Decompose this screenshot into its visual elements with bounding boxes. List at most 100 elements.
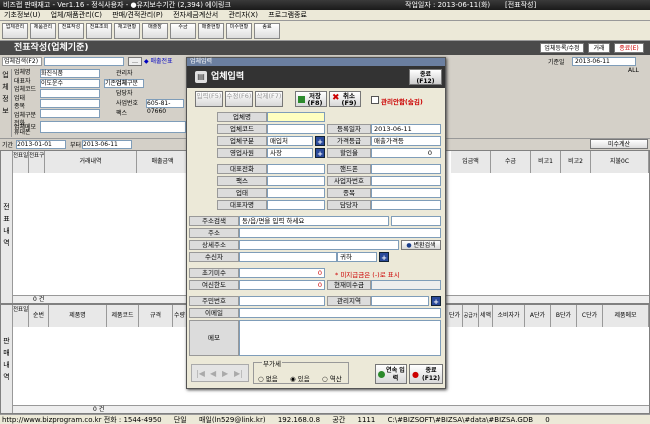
save-button[interactable]: 저장(F8) — [295, 91, 327, 107]
uh-date[interactable]: 전표일자 — [13, 151, 29, 173]
first-icon[interactable]: |◀ — [196, 369, 205, 378]
category-add-button[interactable]: + — [315, 136, 325, 146]
cancel-button[interactable]: ✖ 취소(F9) — [329, 91, 361, 107]
dialog-close2-button[interactable]: ● 종료 (F12) — [409, 364, 443, 384]
tb-company-button[interactable]: 업체관리 — [2, 23, 28, 39]
receiver-add-button[interactable]: + — [379, 252, 389, 262]
add-button[interactable]: 입력(F5) — [195, 91, 223, 107]
region-add-button[interactable]: + — [431, 296, 441, 306]
uh-sales[interactable]: 매출금액 — [137, 151, 189, 173]
init-unpaid-input[interactable]: 0 — [239, 268, 325, 278]
menu-exit[interactable]: 프로그램종료 — [268, 11, 307, 19]
uh-memo2[interactable]: 비고2 — [561, 151, 591, 173]
lh-a[interactable]: A단가 — [525, 305, 551, 327]
menu-admin[interactable]: 관리자(X) — [228, 11, 258, 19]
biz-type-input[interactable] — [267, 188, 325, 198]
period-start[interactable]: 2013-01-01 — [16, 140, 66, 149]
reg-date-input[interactable]: 2013-06-11 — [371, 124, 441, 134]
continue-input-button[interactable]: 연속 입력 — [375, 364, 407, 384]
tb-slip-button[interactable]: 전표작성 — [58, 23, 84, 39]
addr-search-extra[interactable] — [391, 216, 441, 226]
unpaid-calc-button[interactable]: 미수계산 — [590, 139, 648, 149]
tb-unpaid-button[interactable]: 미수현황 — [226, 23, 252, 39]
lh-spec[interactable]: 규격 — [139, 305, 173, 327]
lh-date[interactable]: 전표일자 — [13, 305, 29, 327]
company-memo-field[interactable] — [40, 121, 186, 133]
tb-slip-list-button[interactable]: 전표조회 — [86, 23, 112, 39]
company-search-label[interactable]: 업체검색(F2) — [2, 57, 42, 66]
dialog-close-button[interactable]: 종료 (F12) — [409, 69, 442, 85]
category-select[interactable]: 매입처 — [267, 136, 313, 146]
fax-input[interactable] — [267, 176, 325, 186]
menu-tax[interactable]: 전자세금계산서 — [173, 11, 218, 19]
base-date-field[interactable]: 2013-06-11 — [572, 57, 636, 66]
manage-checkbox[interactable] — [371, 96, 379, 104]
ceo-input[interactable] — [267, 200, 325, 210]
receiver-suffix[interactable]: 귀하 — [337, 252, 377, 262]
tax-reverse-radio[interactable]: ○ 역산 — [322, 373, 342, 383]
item-input[interactable] — [371, 188, 441, 198]
tax-yes-radio[interactable]: ◉ 있음 — [290, 373, 310, 383]
menu-sales[interactable]: 판매/견적관리(P) — [112, 11, 163, 19]
lh-qty[interactable]: 수량 — [173, 305, 187, 327]
receiver-input[interactable] — [239, 252, 337, 262]
menu-company[interactable]: 업체/재품관리(C) — [51, 11, 102, 19]
uh-collect[interactable]: 수금 — [491, 151, 531, 173]
sales-slip-link[interactable]: ◆ 매출전표 — [144, 57, 188, 66]
delete-button[interactable]: 삭제(F7) — [255, 91, 283, 107]
ceo-phone-input[interactable] — [267, 164, 325, 174]
addr-input[interactable] — [239, 228, 441, 238]
search-dots-button[interactable]: … — [128, 57, 142, 66]
company-name-value[interactable]: 화진식품 — [40, 69, 100, 78]
lh-consumer[interactable]: 소비자가 — [493, 305, 525, 327]
price-grade-select[interactable]: 매출가격등 — [371, 136, 441, 146]
lh-c[interactable]: C단가 — [577, 305, 603, 327]
email-input[interactable] — [239, 308, 441, 318]
next-icon[interactable]: ▶ — [222, 369, 228, 378]
resident-no-input[interactable] — [239, 296, 325, 306]
uh-memo1[interactable]: 비고1 — [531, 151, 561, 173]
menu-basic[interactable]: 기초정보(U) — [4, 11, 40, 19]
trade-button[interactable]: 거래 — [588, 43, 610, 53]
last-icon[interactable]: ▶| — [234, 369, 243, 378]
sales-rep-select[interactable]: 사장 — [267, 148, 313, 158]
lh-memo[interactable]: 제품메모 — [603, 305, 649, 327]
company-code-input[interactable] — [267, 124, 325, 134]
company-field-5[interactable] — [40, 109, 100, 118]
addr-detail-input[interactable] — [239, 240, 399, 250]
tb-sales-book-button[interactable]: 매출장 — [142, 23, 168, 39]
uh-desc[interactable]: 거래내역 — [45, 151, 137, 173]
tb-sales-status-button[interactable]: 매출현황 — [198, 23, 224, 39]
company-search-input[interactable] — [44, 57, 124, 66]
lh-b[interactable]: B단가 — [551, 305, 577, 327]
uh-income[interactable]: 입금액 — [451, 151, 491, 173]
addr-search-input[interactable]: 동/읍/면을 입력 하세요 — [239, 216, 389, 226]
discount-input[interactable]: 0 — [371, 148, 441, 158]
company-field-3[interactable] — [40, 89, 100, 98]
lh-tax[interactable]: 세액 — [479, 305, 493, 327]
sales-rep-add-button[interactable]: + — [315, 148, 325, 158]
lh-code[interactable]: 제품코드 — [107, 305, 139, 327]
uh-pay[interactable]: 지불0C — [591, 151, 649, 173]
company-name-input[interactable] — [267, 112, 325, 122]
manager-input[interactable] — [371, 200, 441, 210]
tb-collect-button[interactable]: 수금 — [170, 23, 196, 39]
biz-no-input[interactable] — [371, 176, 441, 186]
credit-limit-input[interactable]: 0 — [239, 280, 325, 290]
lh-price[interactable]: 단가 — [447, 305, 463, 327]
tb-stock-button[interactable]: 재고현황 — [114, 23, 140, 39]
company-bizno-value[interactable]: 605-81-07660 — [146, 99, 184, 115]
edit-button[interactable]: 수정(F6) — [225, 91, 253, 107]
company-code-value[interactable]: 이도운수 — [40, 79, 100, 88]
lh-product[interactable]: 제품명 — [49, 305, 107, 327]
company-field-4[interactable] — [40, 99, 100, 108]
mobile-input[interactable] — [371, 164, 441, 174]
company-edit-button[interactable]: 업체등록/수정(E) — [540, 43, 584, 62]
prev-icon[interactable]: ◀ — [210, 369, 216, 378]
tb-exit-button[interactable]: 종료 — [254, 23, 280, 39]
region-select[interactable] — [371, 296, 429, 306]
tax-none-radio[interactable]: ○ 없음 — [258, 373, 278, 383]
lh-seq[interactable]: 순번 — [29, 305, 49, 327]
lh-supply[interactable]: 공급가 — [463, 305, 479, 327]
uh-type[interactable]: 전표구분 — [29, 151, 45, 173]
